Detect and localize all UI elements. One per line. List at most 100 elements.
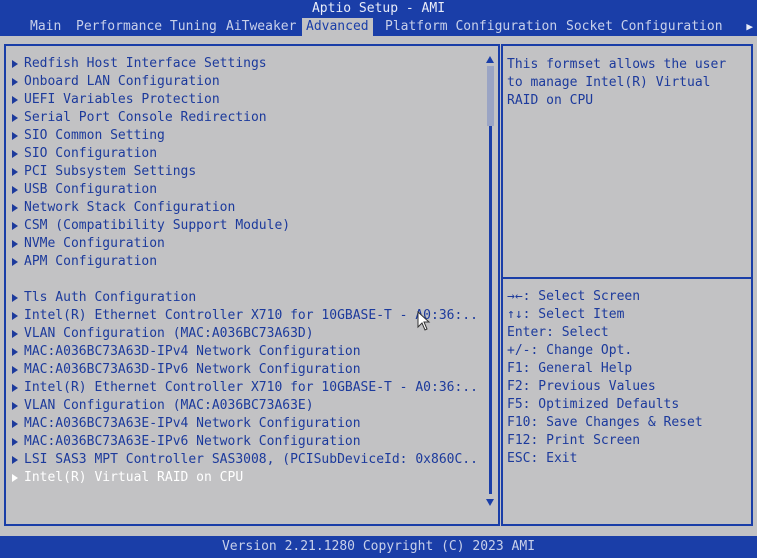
submenu-arrow-icon [12, 348, 18, 356]
submenu-arrow-icon [12, 78, 18, 86]
menu-item-ipv4-network-2[interactable]: MAC:A036BC73A63E-IPv4 Network Configurat… [10, 415, 480, 433]
scroll-thumb[interactable] [487, 66, 494, 126]
submenu-arrow-icon [12, 96, 18, 104]
tab-bar: Main Performance Tuning AiTweaker Advanc… [0, 18, 757, 36]
submenu-arrow-icon [12, 240, 18, 248]
scroll-up-arrow-icon[interactable] [486, 56, 494, 63]
submenu-arrow-icon [12, 204, 18, 212]
menu-item-label: Redfish Host Interface Settings [24, 56, 267, 71]
menu-item-csm[interactable]: CSM (Compatibility Support Module) [10, 217, 480, 235]
menu-item-label: VLAN Configuration (MAC:A036BC73A63D) [24, 326, 314, 341]
menu-item-label: SIO Common Setting [24, 128, 165, 143]
menu-item-label: VLAN Configuration (MAC:A036BC73A63E) [24, 398, 314, 413]
submenu-arrow-icon [12, 258, 18, 266]
submenu-arrow-icon [12, 186, 18, 194]
tab-advanced[interactable]: Advanced [302, 18, 373, 36]
key-general-help: F1: General Help [507, 361, 633, 376]
menu-item-label: MAC:A036BC73A63E-IPv6 Network Configurat… [24, 434, 361, 449]
menu-item-label: Network Stack Configuration [24, 200, 236, 215]
menu-item-usb-configuration[interactable]: USB Configuration [10, 181, 480, 199]
scroll-track[interactable] [489, 66, 492, 494]
menu-item-sio-configuration[interactable]: SIO Configuration [10, 145, 480, 163]
menu-item-pci-subsystem[interactable]: PCI Subsystem Settings [10, 163, 480, 181]
menu-item-label: Intel(R) Virtual RAID on CPU [24, 470, 244, 485]
submenu-arrow-icon [12, 114, 18, 122]
menu-item-label: CSM (Compatibility Support Module) [24, 218, 291, 233]
tab-main[interactable]: Main [26, 18, 65, 36]
help-description: This formset allows the user to manage I… [507, 57, 727, 108]
tab-performance-tuning[interactable]: Performance Tuning [72, 18, 221, 36]
menu-item-vlan-configuration-2[interactable]: VLAN Configuration (MAC:A036BC73A63E) [10, 397, 480, 415]
menu-item-label: NVMe Configuration [24, 236, 165, 251]
menu-item-network-stack[interactable]: Network Stack Configuration [10, 199, 480, 217]
right-arrow-icon[interactable]: ▶ [746, 18, 753, 36]
menu-item-label: PCI Subsystem Settings [24, 164, 197, 179]
submenu-arrow-icon [12, 168, 18, 176]
menu-item-label: Serial Port Console Redirection [24, 110, 267, 125]
key-previous-values: F2: Previous Values [507, 379, 656, 394]
submenu-arrow-icon [12, 366, 18, 374]
mouse-cursor-icon [417, 311, 431, 331]
key-change-opt: +/-: Change Opt. [507, 343, 633, 358]
menu-item-label: MAC:A036BC73A63E-IPv4 Network Configurat… [24, 416, 361, 431]
menu-item-ethernet-controller-1[interactable]: Intel(R) Ethernet Controller X710 for 10… [10, 307, 480, 325]
menu-item-ethernet-controller-2[interactable]: Intel(R) Ethernet Controller X710 for 10… [10, 379, 480, 397]
scroll-down-arrow-icon[interactable] [486, 499, 494, 506]
submenu-arrow-icon [12, 312, 18, 320]
help-divider [503, 277, 751, 279]
menu-item-intel-virtual-raid[interactable]: Intel(R) Virtual RAID on CPU [10, 469, 480, 487]
menu-item-apm-configuration[interactable]: APM Configuration [10, 253, 480, 271]
menu-item-vlan-configuration-1[interactable]: VLAN Configuration (MAC:A036BC73A63D) [10, 325, 480, 343]
menu-item-label: UEFI Variables Protection [24, 92, 220, 107]
submenu-arrow-icon [12, 456, 18, 464]
menu-item-sio-common[interactable]: SIO Common Setting [10, 127, 480, 145]
title-bar: Aptio Setup - AMI Main Performance Tunin… [0, 0, 757, 36]
menu-item-redfish-host-interface[interactable]: Redfish Host Interface Settings [10, 55, 480, 73]
submenu-arrow-icon [12, 402, 18, 410]
menu-item-label: APM Configuration [24, 254, 158, 269]
menu-item-label: Tls Auth Configuration [24, 290, 197, 305]
submenu-arrow-icon [12, 420, 18, 428]
menu-item-tls-auth[interactable]: Tls Auth Configuration [10, 289, 480, 307]
menu-panel: Redfish Host Interface Settings Onboard … [4, 44, 500, 526]
menu-item-label: Intel(R) Ethernet Controller X710 for 10… [24, 380, 480, 395]
menu-item-ipv6-network-2[interactable]: MAC:A036BC73A63E-IPv6 Network Configurat… [10, 433, 480, 451]
scrollbar[interactable] [486, 56, 495, 506]
menu-spacer [10, 271, 480, 289]
key-select-item: ↑↓: Select Item [507, 307, 625, 322]
key-print-screen: F12: Print Screen [507, 433, 641, 448]
submenu-arrow-icon [12, 60, 18, 68]
menu-item-lsi-sas3-controller[interactable]: LSI SAS3 MPT Controller SAS3008, (PCISub… [10, 451, 480, 469]
key-enter-select: Enter: Select [507, 325, 609, 340]
menu-item-onboard-lan[interactable]: Onboard LAN Configuration [10, 73, 480, 91]
tab-socket-configuration[interactable]: Socket Configuration [562, 18, 727, 36]
app-title: Aptio Setup - AMI [311, 1, 446, 16]
footer-version: Version 2.21.1280 Copyright (C) 2023 AMI [0, 536, 757, 558]
menu-item-label: LSI SAS3 MPT Controller SAS3008, (PCISub… [24, 452, 480, 467]
key-save-reset: F10: Save Changes & Reset [507, 415, 703, 430]
help-panel: This formset allows the user to manage I… [501, 44, 753, 526]
key-esc-exit: ESC: Exit [507, 451, 578, 466]
submenu-arrow-icon [12, 132, 18, 140]
menu-item-ipv4-network-1[interactable]: MAC:A036BC73A63D-IPv4 Network Configurat… [10, 343, 480, 361]
submenu-arrow-icon [12, 330, 18, 338]
key-select-screen: →←: Select Screen [507, 289, 641, 304]
menu-list: Redfish Host Interface Settings Onboard … [10, 55, 480, 487]
menu-item-ipv6-network-1[interactable]: MAC:A036BC73A63D-IPv6 Network Configurat… [10, 361, 480, 379]
submenu-arrow-icon [12, 294, 18, 302]
submenu-arrow-icon [12, 222, 18, 230]
submenu-arrow-icon [12, 150, 18, 158]
submenu-arrow-icon [12, 438, 18, 446]
menu-item-label: USB Configuration [24, 182, 158, 197]
key-optimized-defaults: F5: Optimized Defaults [507, 397, 680, 412]
menu-item-label: MAC:A036BC73A63D-IPv6 Network Configurat… [24, 362, 361, 377]
menu-item-serial-port-console[interactable]: Serial Port Console Redirection [10, 109, 480, 127]
menu-item-nvme-configuration[interactable]: NVMe Configuration [10, 235, 480, 253]
tab-aitweaker[interactable]: AiTweaker [222, 18, 300, 36]
submenu-arrow-icon [12, 384, 18, 392]
menu-item-uefi-variables-protection[interactable]: UEFI Variables Protection [10, 91, 480, 109]
menu-item-label: MAC:A036BC73A63D-IPv4 Network Configurat… [24, 344, 361, 359]
tab-platform-configuration[interactable]: Platform Configuration [381, 18, 561, 36]
submenu-arrow-icon [12, 474, 18, 482]
menu-item-label: Intel(R) Ethernet Controller X710 for 10… [24, 308, 480, 323]
